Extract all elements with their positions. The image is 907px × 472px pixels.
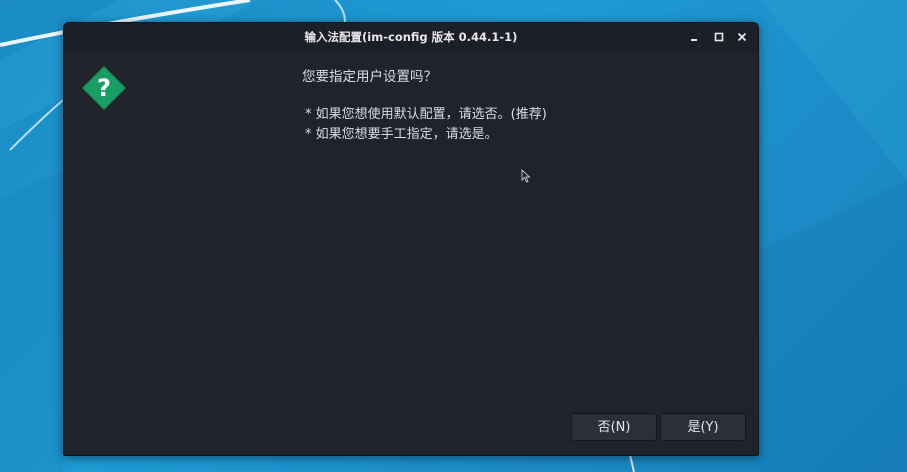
svg-text:?: ? [97, 74, 111, 102]
close-icon [737, 32, 747, 42]
title-bar[interactable]: 输入法配置(im-config 版本 0.44.1-1) [64, 23, 758, 51]
desktop-background: 输入法配置(im-config 版本 0.44.1-1) ? 您要指定用户设置吗… [0, 0, 907, 472]
dialog-line-default: * 如果您想使用默认配置，请选否。(推荐) [305, 107, 547, 122]
im-config-dialog: 输入法配置(im-config 版本 0.44.1-1) ? 您要指定用户设置吗… [63, 22, 759, 456]
minimize-icon [691, 39, 697, 41]
dialog-question: 您要指定用户设置吗？ [302, 69, 437, 85]
no-button[interactable]: 否(N) [571, 413, 657, 441]
minimize-button[interactable] [686, 29, 702, 45]
maximize-button[interactable] [711, 29, 727, 45]
mouse-cursor-icon [521, 169, 531, 183]
window-title: 输入法配置(im-config 版本 0.44.1-1) [304, 30, 518, 44]
close-button[interactable] [734, 29, 750, 45]
maximize-icon [714, 32, 724, 42]
dialog-line-manual: * 如果您想要手工指定，请选是。 [305, 127, 498, 142]
yes-button[interactable]: 是(Y) [660, 413, 746, 441]
question-icon: ? [82, 66, 126, 110]
